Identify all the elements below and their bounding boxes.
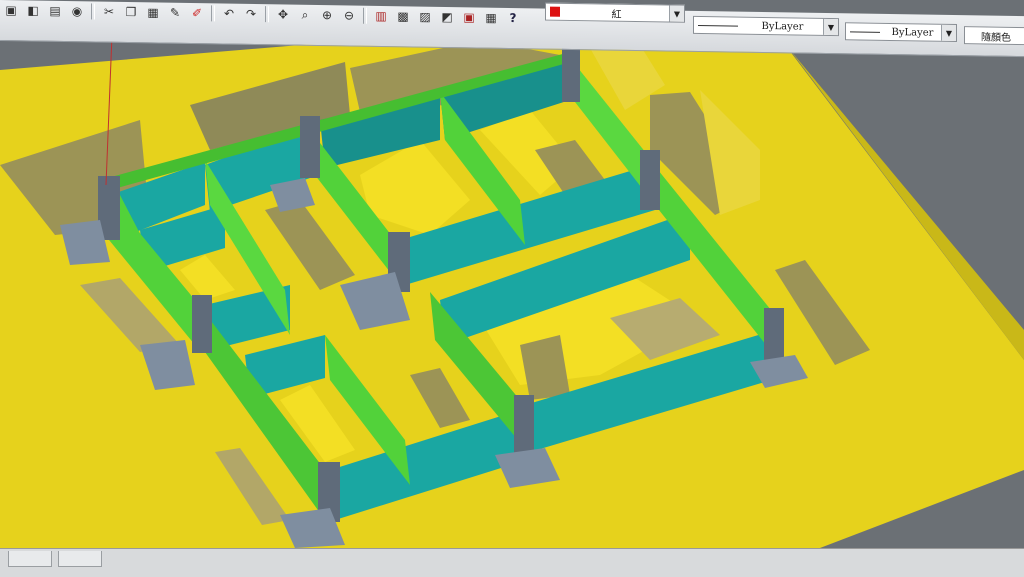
calculator-icon[interactable]: ▦ — [481, 8, 501, 26]
sheet-set-icon[interactable]: ◩ — [437, 7, 457, 25]
chevron-down-icon[interactable]: ▼ — [941, 24, 956, 42]
redo-icon[interactable]: ↷ — [241, 4, 261, 22]
toolbar-separator — [363, 7, 367, 24]
column — [514, 395, 534, 455]
model-viewport[interactable] — [0, 0, 1024, 576]
3d-model-canvas[interactable] — [0, 0, 1024, 576]
help-icon[interactable]: ? — [503, 8, 523, 26]
lineweight-value: ByLayer — [891, 26, 934, 39]
layout-tab[interactable] — [58, 551, 102, 567]
properties-icon[interactable]: ▥ — [371, 6, 391, 24]
chevron-down-icon[interactable]: ▼ — [823, 18, 838, 36]
preview-icon[interactable]: ◉ — [67, 2, 87, 20]
plotstyle-value: 隨顏色 — [981, 31, 1011, 44]
tool-palettes-icon[interactable]: ▨ — [415, 7, 435, 25]
color-swatch — [550, 6, 560, 17]
linetype-value: ByLayer — [761, 20, 804, 33]
open-icon[interactable]: ▣ — [1, 1, 21, 19]
toolbar-separator — [265, 5, 269, 22]
undo-icon[interactable]: ↶ — [219, 4, 239, 22]
toolbar-separator — [91, 2, 95, 19]
lineweight-dropdown[interactable]: ByLayer ▼ — [845, 22, 957, 43]
model-tab[interactable] — [8, 551, 52, 567]
status-bar — [0, 548, 1024, 577]
markup-icon[interactable]: ▣ — [459, 8, 479, 26]
color-value: 紅 — [611, 9, 622, 21]
chevron-down-icon[interactable]: ▼ — [669, 5, 684, 22]
linetype-sample — [698, 24, 738, 27]
lineweight-sample — [850, 30, 880, 33]
zoom-previous-icon[interactable]: ⊖ — [339, 6, 359, 24]
copy-icon[interactable]: ❐ — [121, 2, 141, 20]
zoom-window-icon[interactable]: ⊕ — [317, 5, 337, 23]
column — [300, 116, 320, 178]
brush-icon[interactable]: ✐ — [187, 3, 207, 21]
toolbar-separator — [211, 4, 215, 21]
save-icon[interactable]: ◧ — [23, 1, 43, 19]
zoom-realtime-icon[interactable]: ⌕ — [295, 5, 315, 23]
cut-icon[interactable]: ✂ — [99, 2, 119, 20]
print-icon[interactable]: ▤ — [45, 1, 65, 19]
column — [192, 295, 212, 353]
pan-icon[interactable]: ✥ — [273, 5, 293, 23]
color-dropdown[interactable]: 紅 ▼ — [545, 2, 685, 23]
plotstyle-dropdown[interactable]: 隨顏色 — [964, 26, 1024, 46]
column — [562, 46, 580, 102]
linetype-dropdown[interactable]: ByLayer ▼ — [693, 15, 839, 37]
design-center-icon[interactable]: ▩ — [393, 7, 413, 25]
column — [640, 150, 660, 210]
paste-icon[interactable]: ▦ — [143, 3, 163, 21]
match-properties-icon[interactable]: ✎ — [165, 3, 185, 21]
